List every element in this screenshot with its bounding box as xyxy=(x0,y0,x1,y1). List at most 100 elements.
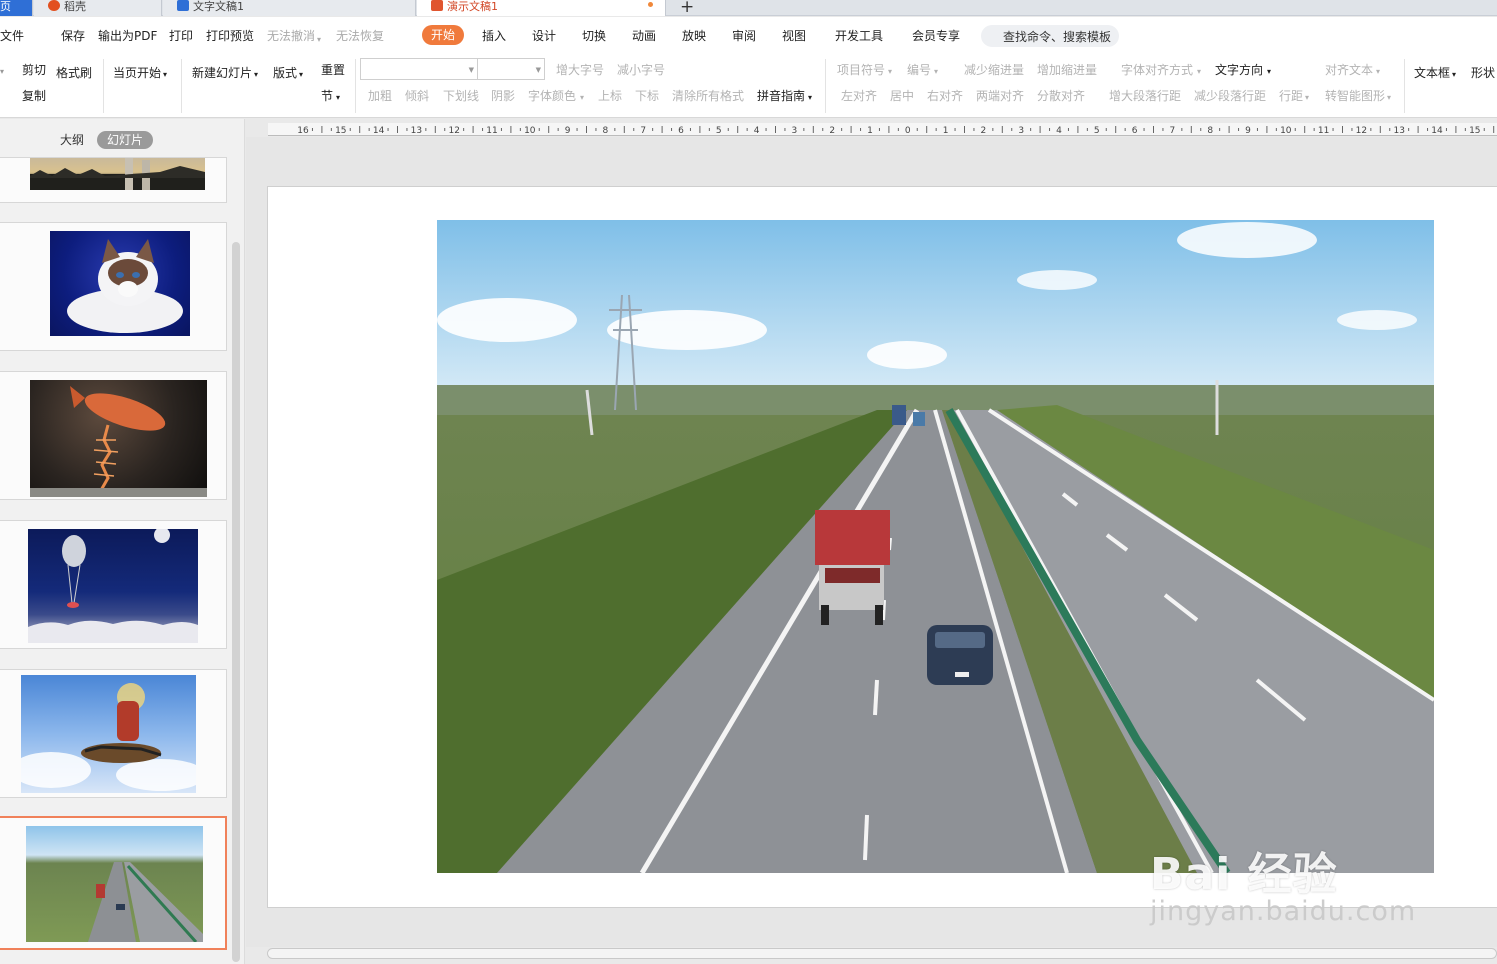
textbox-dropdown-icon[interactable]: ▾ xyxy=(1452,67,1456,83)
ribbon-divider xyxy=(181,59,182,113)
new-tab-plus-icon[interactable]: + xyxy=(680,0,694,17)
slide-thumbnail[interactable] xyxy=(0,371,227,500)
font-color-dropdown-icon[interactable]: ▾ xyxy=(580,90,584,106)
outline-tab[interactable]: 大纲 xyxy=(50,131,94,149)
clear-format-button[interactable]: 清除所有格式 xyxy=(672,88,744,104)
decrease-spacing-button[interactable]: 减少段落行距 xyxy=(1194,88,1266,104)
line-spacing-dropdown-icon[interactable]: ▾ xyxy=(1305,90,1309,106)
ruler-label: 10 xyxy=(1280,126,1292,136)
menu-view[interactable]: 视图 xyxy=(782,28,806,44)
reset-button[interactable]: 重置 xyxy=(321,62,345,78)
slide-thumbnail[interactable] xyxy=(0,520,227,649)
font-color-button[interactable]: 字体颜色 xyxy=(528,88,576,104)
font-align-button[interactable]: 字体对齐方式 xyxy=(1121,62,1193,78)
line-spacing-button[interactable]: 行距 xyxy=(1279,88,1303,104)
play-from-current-button[interactable]: 当页开始 xyxy=(113,65,161,81)
play-dropdown-icon[interactable]: ▾ xyxy=(163,67,167,83)
bold-button[interactable]: 加粗 xyxy=(368,88,392,104)
justify-button[interactable]: 两端对齐 xyxy=(976,88,1024,104)
ruler-label: 1 xyxy=(867,126,873,136)
tab-home[interactable]: 页 xyxy=(0,0,33,16)
font-align-dropdown-icon[interactable]: ▾ xyxy=(1197,64,1201,80)
pinyin-dropdown-icon[interactable]: ▾ xyxy=(808,90,812,106)
menu-member[interactable]: 会员专享 xyxy=(912,28,960,44)
menu-export-pdf[interactable]: 输出为PDF xyxy=(98,28,157,44)
menu-print[interactable]: 打印 xyxy=(169,28,193,44)
align-center-button[interactable]: 居中 xyxy=(890,88,914,104)
menu-file[interactable]: 文件 xyxy=(0,28,24,44)
align-text-dropdown-icon[interactable]: ▾ xyxy=(1376,64,1380,80)
underline-button[interactable]: 下划线 xyxy=(443,88,479,104)
thumbnail-panel-scrollbar[interactable] xyxy=(232,242,240,962)
layout-dropdown-icon[interactable]: ▾ xyxy=(299,67,303,83)
menu-save[interactable]: 保存 xyxy=(61,28,85,44)
text-direction-dropdown-icon[interactable]: ▾ xyxy=(1267,64,1271,80)
decrease-indent-button[interactable]: 减少缩进量 xyxy=(964,62,1024,78)
numbering-dropdown-icon[interactable]: ▾ xyxy=(934,64,938,80)
pinyin-guide-button[interactable]: 拼音指南 xyxy=(757,88,805,104)
menu-redo[interactable]: 无法恢复 xyxy=(336,28,384,44)
slide-highway-picture[interactable] xyxy=(437,220,1434,873)
menu-insert[interactable]: 插入 xyxy=(482,28,506,44)
tab-daoke[interactable]: 稻壳 xyxy=(34,0,162,16)
shape-button[interactable]: 形状 xyxy=(1471,65,1495,81)
ruler-label: 2 xyxy=(829,126,835,136)
menu-transition[interactable]: 切换 xyxy=(582,28,606,44)
format-painter-button[interactable]: 格式刷 xyxy=(56,65,92,81)
slide-thumbnail-image xyxy=(50,231,190,336)
menu-review[interactable]: 审阅 xyxy=(732,28,756,44)
menu-start[interactable]: 开始 xyxy=(422,25,465,45)
menu-developer[interactable]: 开发工具 xyxy=(835,28,883,44)
ribbon-divider xyxy=(825,59,826,113)
shadow-button[interactable]: 阴影 xyxy=(491,88,515,104)
tab-word-document[interactable]: 文字文稿1 xyxy=(163,0,416,16)
section-button[interactable]: 节 xyxy=(321,88,333,104)
section-dropdown-icon[interactable]: ▾ xyxy=(336,90,340,106)
bullets-dropdown-icon[interactable]: ▾ xyxy=(888,64,892,80)
slides-tab[interactable]: 幻灯片 xyxy=(97,131,154,149)
textbox-button[interactable]: 文本框 xyxy=(1414,65,1450,81)
ruler-label: 0 xyxy=(905,126,911,136)
increase-spacing-button[interactable]: 增大段落行距 xyxy=(1109,88,1181,104)
slide-thumbnail-panel: 大纲 幻灯片 xyxy=(0,119,245,964)
layout-button[interactable]: 版式 xyxy=(273,65,297,81)
italic-button[interactable]: 倾斜 xyxy=(405,88,429,104)
increase-font-button[interactable]: 增大字号 xyxy=(556,62,604,78)
subscript-button[interactable]: 下标 xyxy=(635,88,659,104)
increase-indent-button[interactable]: 增加缩进量 xyxy=(1037,62,1097,78)
text-direction-button[interactable]: 文字方向 xyxy=(1215,62,1263,78)
menu-print-preview[interactable]: 打印预览 xyxy=(206,28,254,44)
bullets-button[interactable]: 项目符号 xyxy=(837,62,885,78)
forest-silhouette-icon xyxy=(30,158,205,190)
align-text-button[interactable]: 对齐文本 xyxy=(1325,62,1373,78)
daoke-icon xyxy=(48,0,60,11)
tab-presentation[interactable]: 演示文稿1 xyxy=(417,0,666,16)
cut-button[interactable]: 剪切 xyxy=(22,62,46,78)
font-size-select[interactable]: ▼ xyxy=(477,58,545,80)
align-left-button[interactable]: 左对齐 xyxy=(841,88,877,104)
copy-button[interactable]: 复制 xyxy=(22,88,46,104)
numbering-button[interactable]: 编号 xyxy=(907,62,931,78)
smartart-button[interactable]: 转智能图形 xyxy=(1325,88,1385,104)
align-right-button[interactable]: 右对齐 xyxy=(927,88,963,104)
menu-design[interactable]: 设计 xyxy=(532,28,556,44)
paste-dropdown-icon[interactable]: ▾ xyxy=(0,64,4,80)
new-slide-dropdown-icon[interactable]: ▾ xyxy=(254,67,258,83)
menu-animation[interactable]: 动画 xyxy=(632,28,656,44)
slide-thumbnail[interactable] xyxy=(0,222,227,351)
new-slide-button[interactable]: 新建幻灯片 xyxy=(192,65,252,81)
distribute-button[interactable]: 分散对齐 xyxy=(1037,88,1085,104)
undo-dropdown-icon[interactable]: ▾ xyxy=(317,32,321,48)
menu-undo[interactable]: 无法撤消 xyxy=(267,28,315,44)
slide-thumbnail-image xyxy=(30,380,207,497)
command-search-box[interactable]: 查找命令、搜索模板 xyxy=(981,25,1119,47)
slide-thumbnail[interactable] xyxy=(0,157,227,203)
superscript-button[interactable]: 上标 xyxy=(598,88,622,104)
decrease-font-button[interactable]: 减小字号 xyxy=(617,62,665,78)
slide-horizontal-scrollbar[interactable] xyxy=(267,948,1497,959)
slide-thumbnail[interactable] xyxy=(0,669,227,798)
slide-thumbnail-selected[interactable] xyxy=(0,816,227,950)
smartart-dropdown-icon[interactable]: ▾ xyxy=(1387,90,1391,106)
font-name-select[interactable]: ▼ xyxy=(360,58,478,80)
menu-slideshow[interactable]: 放映 xyxy=(682,28,706,44)
